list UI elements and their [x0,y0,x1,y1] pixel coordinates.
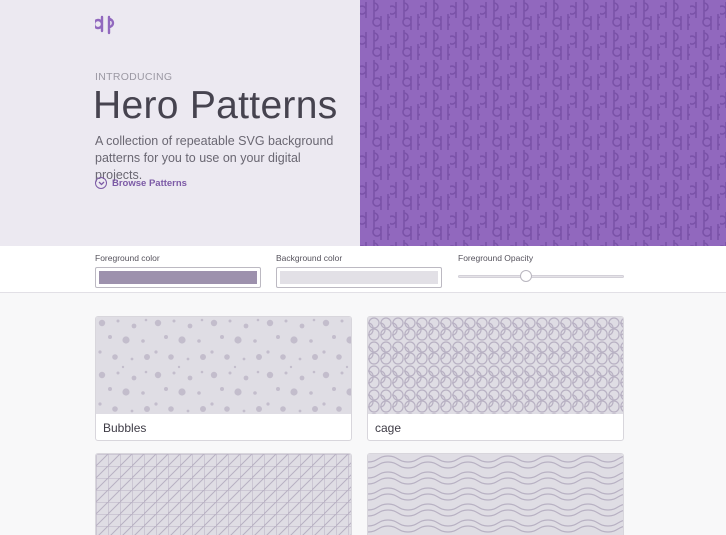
pattern-preview [368,317,623,414]
hero: INTRODUCING Hero Patterns A collection o… [0,0,726,246]
background-color-input[interactable] [276,267,442,288]
foreground-opacity-label: Foreground Opacity [458,253,534,263]
browse-patterns-label: Browse Patterns [112,177,187,189]
page-title: Hero Patterns [93,84,338,127]
pattern-preview [368,454,623,535]
foreground-color-input[interactable] [95,267,261,288]
logo-pattern-background [360,0,726,246]
browse-patterns-link[interactable]: Browse Patterns [95,177,187,189]
slider-thumb[interactable] [519,270,532,282]
foreground-color-swatch [99,271,257,284]
foreground-color-label: Foreground color [95,253,160,263]
chevron-down-icon [95,177,107,189]
pattern-card-cage[interactable]: cage [367,316,624,441]
pattern-name: cage [375,421,402,435]
hero-eyebrow: INTRODUCING [95,71,173,83]
hero-patterns-logo-icon[interactable] [95,14,117,36]
hero-pattern-preview [360,0,726,246]
pattern-name: Bubbles [103,421,147,435]
pattern-card-wiggle[interactable] [367,453,624,535]
pattern-card-grid[interactable] [95,453,352,535]
pattern-preview [96,454,351,535]
pattern-preview [96,317,351,414]
hero-intro: INTRODUCING Hero Patterns A collection o… [0,0,360,246]
background-color-swatch [280,271,438,284]
foreground-opacity-slider[interactable] [458,268,624,284]
background-color-label: Background color [276,253,343,263]
pattern-card-bubbles[interactable]: Bubbles [95,316,352,441]
slider-track[interactable] [458,275,624,278]
